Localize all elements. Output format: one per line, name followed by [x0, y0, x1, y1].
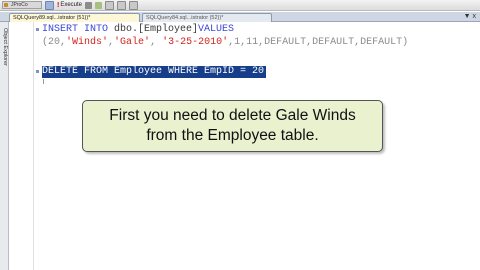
selected-delete-statement[interactable]: DELETE FROM Employee WHERE EmpID = 20 — [42, 66, 267, 78]
object-explorer-strip[interactable]: Object Explorer — [0, 22, 9, 270]
string-gale: 'Gale' — [114, 37, 151, 48]
tab-sqlquery89[interactable]: SQLQuery89.sql...istrator (51))* — [9, 13, 140, 22]
keyword-values: VALUES — [198, 24, 235, 35]
parse-icon[interactable] — [95, 1, 103, 9]
string-winds: 'Winds' — [66, 37, 109, 48]
outline-marker — [36, 70, 39, 73]
values-open: (20, — [42, 37, 67, 48]
keyword-insert-into: INSERT INTO — [42, 24, 109, 35]
plan-icon[interactable] — [117, 0, 127, 10]
code-line-2: (20,'Winds','Gale', '3-25-2010',1,11,DEF… — [42, 37, 408, 48]
callout-line-1: First you need to delete Gale Winds — [109, 107, 356, 124]
tutorial-callout: First you need to delete Gale Winds from… — [82, 100, 383, 152]
results-icon[interactable] — [105, 0, 115, 10]
debug-icon[interactable] — [45, 0, 54, 10]
table-name: dbo.[Employee] — [108, 24, 199, 35]
tab-sqlquery84[interactable]: SQLQuery84.sql...istrator (52))* — [142, 13, 272, 22]
execute-button[interactable]: ! Execute — [57, 2, 82, 9]
string-date: '3-25-2010' — [162, 37, 229, 48]
code-line-1: INSERT INTO dbo.[Employee]VALUES — [42, 24, 234, 35]
execute-icon: ! — [57, 1, 60, 9]
tab-controls[interactable]: ▼ x — [464, 12, 476, 22]
database-selector[interactable]: JProCo — [2, 1, 42, 9]
object-explorer-label: Object Explorer — [2, 28, 8, 66]
stop-icon[interactable] — [85, 1, 93, 9]
toolbar: JProCo ! Execute — [0, 0, 480, 11]
caret — [43, 79, 44, 84]
values-rest: ,1,11,DEFAULT,DEFAULT,DEFAULT) — [228, 37, 409, 48]
comment-icon[interactable] — [129, 0, 139, 10]
outline-marker — [36, 28, 39, 31]
document-tabs: SQLQuery89.sql...istrator (51))* SQLQuer… — [0, 12, 480, 22]
comma: , — [150, 37, 163, 48]
execute-label: Execute — [60, 2, 83, 8]
callout-line-2: from the Employee table. — [146, 127, 319, 144]
gutter-divider — [33, 22, 34, 270]
